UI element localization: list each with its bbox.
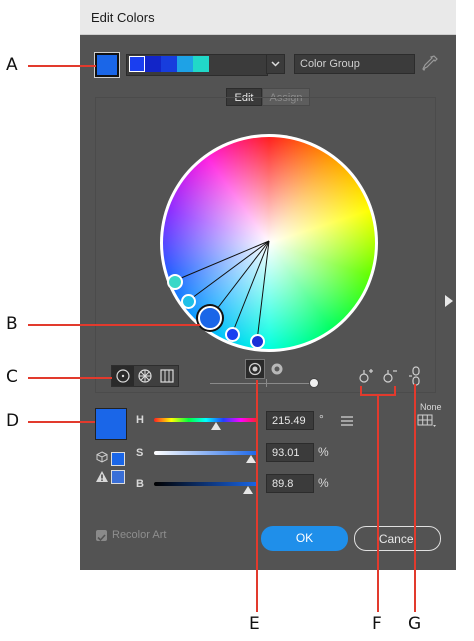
gamut-warning-icon xyxy=(96,471,108,482)
callout-line-a xyxy=(28,65,96,67)
recolor-art-checkbox[interactable] xyxy=(96,530,107,542)
callout-line-g xyxy=(414,384,416,612)
color-bars-icon[interactable] xyxy=(156,366,178,386)
ok-button[interactable]: OK xyxy=(261,526,348,551)
smooth-wheel-icon xyxy=(116,369,130,383)
base-color-handle[interactable] xyxy=(198,306,222,330)
callout-line-f-right xyxy=(394,386,396,396)
gamut-swatch[interactable] xyxy=(111,470,125,484)
callout-a: A xyxy=(6,55,18,75)
color-harmony-grid-icon[interactable] xyxy=(417,414,437,428)
web-safe-swatch[interactable] xyxy=(111,452,125,466)
callout-c: C xyxy=(6,367,18,387)
ok-button-label: OK xyxy=(295,531,314,545)
color-handle[interactable] xyxy=(181,294,196,309)
saturation-slider-thumb[interactable] xyxy=(245,455,256,463)
show-saturation-button[interactable] xyxy=(245,359,265,379)
recolor-art-label: Recolor Art xyxy=(112,529,167,541)
hue-unit: ° xyxy=(319,412,324,426)
callout-d: D xyxy=(6,411,20,431)
brightness-value-input[interactable] xyxy=(266,474,314,493)
expand-arrow-icon[interactable] xyxy=(444,294,454,308)
callout-line-f xyxy=(377,394,379,612)
saturation-unit: % xyxy=(318,445,329,459)
brightness-icon[interactable] xyxy=(267,359,287,379)
saturation-value-input[interactable] xyxy=(266,443,314,462)
wheel-brightness-track[interactable] xyxy=(210,383,318,384)
remove-color-tool-icon[interactable] xyxy=(380,366,400,386)
hue-slider-thumb[interactable] xyxy=(211,422,222,430)
segmented-wheel-icon[interactable] xyxy=(134,366,156,386)
edit-colors-dialog: Edit Colors #dummy{} input::placeholder{… xyxy=(80,0,456,570)
callout-f: F xyxy=(372,614,382,634)
callout-b: B xyxy=(6,314,18,334)
callout-line-d xyxy=(28,421,95,423)
callout-line-f-left xyxy=(360,386,362,396)
brightness-slider-thumb[interactable] xyxy=(242,486,253,494)
menu-icon[interactable] xyxy=(340,415,354,427)
callout-line-b xyxy=(28,324,200,326)
brightness-label: B xyxy=(136,478,144,490)
color-handle[interactable] xyxy=(250,334,265,349)
harmony-none-label: None xyxy=(420,402,442,412)
saturation-icon xyxy=(248,362,262,376)
wheel-brightness-tick xyxy=(266,379,267,387)
add-color-tool-icon[interactable] xyxy=(356,366,376,386)
hue-slider-track[interactable] xyxy=(154,418,258,422)
cube-icon xyxy=(96,451,108,463)
base-color-swatch[interactable] xyxy=(95,408,127,440)
brightness-unit: % xyxy=(318,476,329,490)
wheel-brightness-thumb[interactable] xyxy=(309,378,319,388)
saturation-slider-track[interactable] xyxy=(154,451,258,455)
smooth-wheel-button[interactable] xyxy=(112,366,134,386)
callout-line-c xyxy=(28,377,112,379)
cancel-button[interactable]: Cancel xyxy=(354,526,441,551)
callout-e: E xyxy=(249,614,260,634)
color-handle[interactable] xyxy=(167,274,183,290)
callout-line-e xyxy=(256,380,258,612)
cancel-button-label: Cancel xyxy=(378,532,417,546)
link-harmony-icon[interactable] xyxy=(406,365,426,387)
color-handle[interactable] xyxy=(225,327,240,342)
hue-label: H xyxy=(136,414,144,426)
checkmark-icon xyxy=(97,534,106,542)
callout-g: G xyxy=(408,614,422,634)
hue-value-input[interactable] xyxy=(266,411,314,430)
saturation-label: S xyxy=(136,447,144,459)
